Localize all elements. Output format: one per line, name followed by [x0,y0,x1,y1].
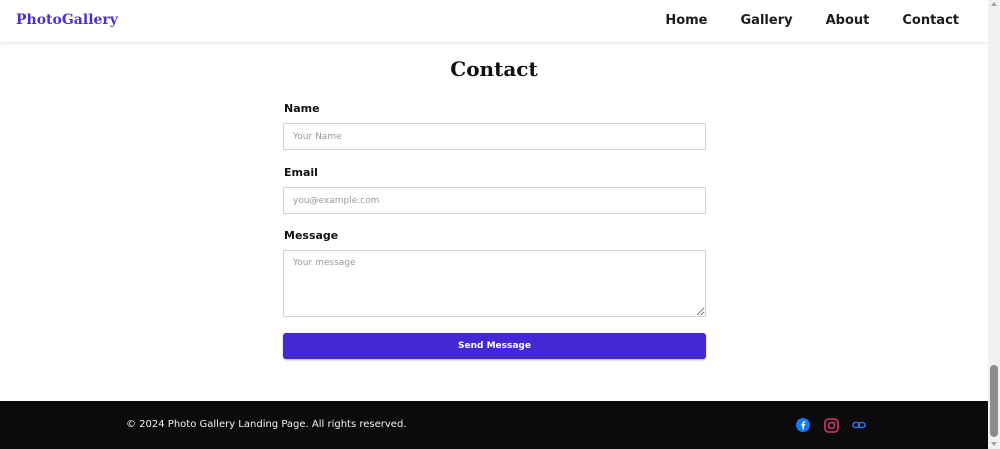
brand-logo[interactable]: PhotoGallery [16,12,118,28]
message-label: Message [284,229,339,242]
nav-home[interactable]: Home [665,13,707,28]
page-scrollbar[interactable] [988,0,1000,449]
name-label: Name [284,102,320,115]
scroll-up-icon[interactable] [991,2,997,6]
nav-contact[interactable]: Contact [902,13,959,28]
send-message-button[interactable]: Send Message [283,333,706,359]
email-label: Email [284,166,318,179]
social-links [795,417,867,433]
facebook-icon[interactable] [795,417,811,433]
message-textarea[interactable] [283,250,706,317]
name-input[interactable] [283,123,706,150]
link-icon[interactable] [851,417,867,433]
site-header: PhotoGallery Home Gallery About Contact [0,0,988,42]
scroll-down-icon[interactable] [991,442,997,446]
instagram-icon[interactable] [823,417,839,433]
page: PhotoGallery Home Gallery About Contact … [0,0,988,449]
email-input[interactable] [283,187,706,214]
page-title: Contact [450,57,538,81]
nav-about[interactable]: About [826,13,870,28]
site-footer: © 2024 Photo Gallery Landing Page. All r… [0,401,988,449]
nav-gallery[interactable]: Gallery [741,13,793,28]
main-nav: Home Gallery About Contact [665,13,959,28]
scroll-thumb[interactable] [990,365,998,437]
copyright-text: © 2024 Photo Gallery Landing Page. All r… [126,419,407,430]
